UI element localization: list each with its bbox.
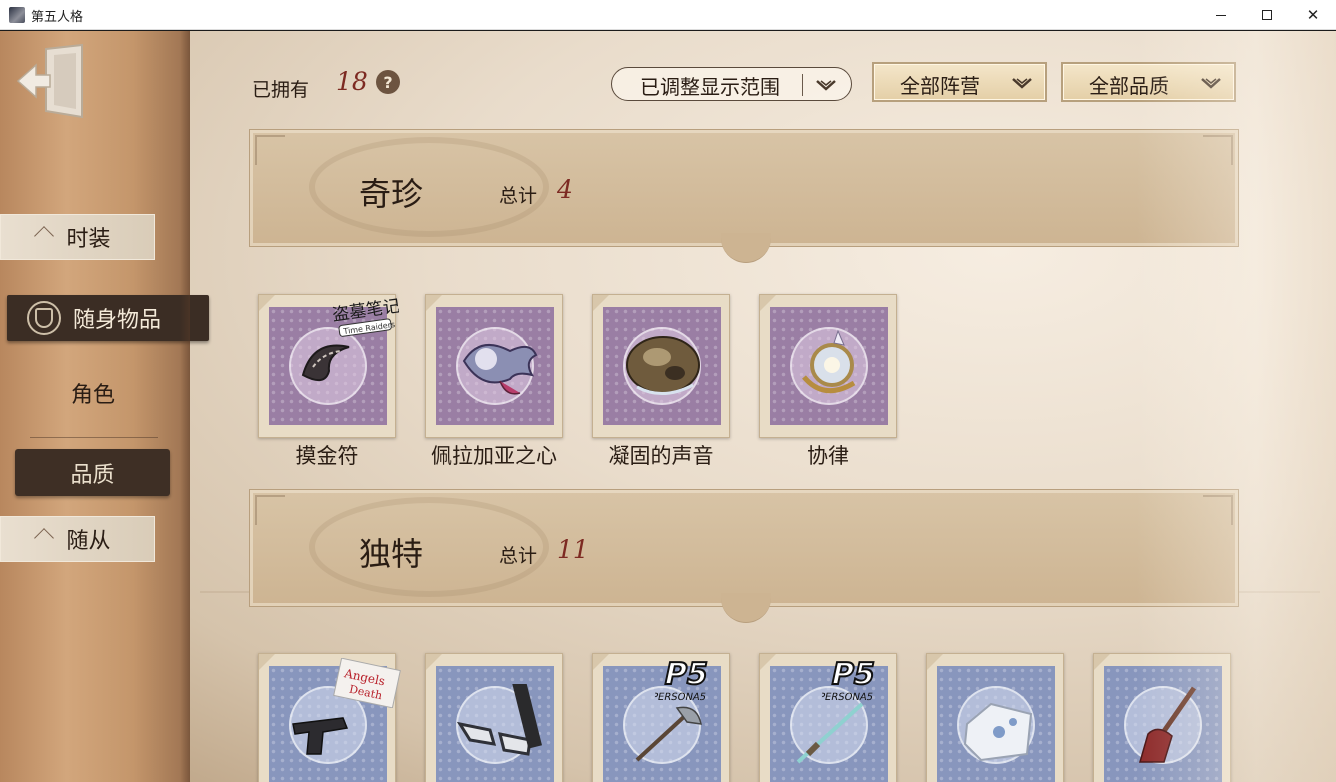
section-banner-rare: 奇珍 总计 4 — [249, 129, 1239, 263]
exit-button[interactable] — [16, 43, 88, 119]
minimize-icon — [1216, 14, 1226, 16]
maximize-icon — [1262, 10, 1272, 20]
divider — [30, 437, 158, 438]
item-card[interactable]: P5 PERSONA5 — [759, 653, 897, 782]
chevron-down-icon — [1012, 78, 1032, 89]
glasses-icon — [456, 684, 542, 756]
banner-corner — [255, 495, 285, 525]
sidebar-item-follower[interactable]: 随从 — [0, 516, 155, 562]
item-card[interactable] — [926, 653, 1064, 782]
stamp-frame — [425, 653, 563, 782]
collab-logo-icon: 盗墓笔记 Time Raiders — [331, 297, 399, 337]
item-name: 摸金符 — [295, 444, 359, 468]
subtab-quality[interactable]: 品质 — [15, 449, 170, 496]
stamp-frame: 盗墓笔记 Time Raiders — [258, 294, 399, 438]
close-icon: ✕ — [1306, 6, 1320, 24]
minimize-button[interactable] — [1198, 0, 1244, 30]
svg-text:PERSONA5: PERSONA5 — [822, 692, 874, 703]
chevron-down-icon — [816, 80, 836, 91]
item-card[interactable] — [425, 653, 563, 782]
persona5-logo-icon: P5 PERSONA5 — [655, 656, 712, 703]
faction-filter-label: 全部阵营 — [900, 74, 980, 98]
close-button[interactable]: ✕ — [1290, 0, 1336, 30]
ornament-icon — [34, 528, 54, 548]
stamp-frame — [1093, 653, 1231, 782]
section-total-count: 4 — [557, 175, 573, 204]
subtab-label: 角色 — [70, 383, 115, 408]
ornament-icon — [34, 226, 54, 246]
section-total-label: 总计 — [499, 185, 538, 207]
banner-corner — [1203, 135, 1233, 165]
sidebar-item-label: 随身物品 — [73, 308, 162, 333]
quality-filter-dropdown[interactable]: 全部品质 — [1061, 62, 1236, 102]
porcelain-icon — [963, 702, 1033, 762]
sidebar-item-outfit[interactable]: 时装 — [0, 214, 155, 260]
sidebar-item-label: 时装 — [66, 227, 111, 252]
section-banner-unique: 独特 总计 11 — [249, 489, 1239, 623]
stamp-frame: P5 PERSONA5 — [759, 653, 897, 782]
section-total-count: 11 — [557, 535, 589, 564]
sidebar-item-label: 随从 — [66, 529, 111, 554]
range-filter-dropdown[interactable]: 已调整显示范围 — [611, 67, 852, 101]
item-name: 凝固的声音 — [608, 444, 714, 468]
banner-notch — [721, 593, 771, 623]
solidified-sound-icon — [626, 336, 700, 395]
stamp-frame — [926, 653, 1064, 782]
section-title: 独特 — [359, 535, 424, 573]
item-card[interactable]: P5 PERSONA5 — [592, 653, 730, 782]
owned-label: 已拥有 — [252, 79, 310, 101]
section-title: 奇珍 — [359, 175, 424, 213]
quality-filter-label: 全部品质 — [1089, 74, 1169, 98]
sidebar: 时装 随身物品 角色 品质 随从 — [0, 31, 209, 782]
harmony-compass-icon — [802, 329, 856, 394]
banner-corner — [255, 135, 285, 165]
range-filter-label: 已调整显示范围 — [640, 75, 780, 99]
persona5-logo-icon: P5 PERSONA5 — [822, 656, 879, 703]
subtab-label: 品质 — [70, 462, 115, 488]
item-name: 佩拉加亚之心 — [431, 444, 557, 468]
chevron-down-icon — [1201, 78, 1221, 89]
svg-text:P5: P5 — [828, 657, 878, 692]
dropdown-separator — [802, 74, 803, 96]
section-total-label: 总计 — [499, 545, 538, 567]
item-card[interactable]: 盗墓笔记 Time Raiders 摸金符 — [258, 294, 399, 468]
fish-heart-icon — [462, 343, 538, 395]
stamp-frame — [425, 294, 563, 438]
app-icon — [9, 7, 25, 23]
stamp-frame — [759, 294, 897, 438]
owned-count: 18 — [336, 67, 368, 96]
stamp-frame: P5 PERSONA5 — [592, 653, 730, 782]
window-titlebar: 第五人格 ✕ — [0, 0, 1336, 30]
exit-door-icon — [16, 43, 83, 119]
collab-logo-icon: Angels Death — [333, 658, 401, 708]
subtab-character[interactable]: 角色 — [28, 371, 158, 415]
item-card[interactable]: 凝固的声音 — [592, 294, 730, 468]
item-card[interactable]: 协律 — [759, 294, 897, 468]
item-card[interactable] — [1093, 653, 1231, 782]
maximize-button[interactable] — [1244, 0, 1290, 30]
stamp-frame: Angels Death — [258, 653, 401, 782]
svg-text:P5: P5 — [661, 657, 711, 692]
item-name: 协律 — [807, 444, 849, 468]
stamp-frame — [592, 294, 730, 438]
window-title: 第五人格 — [31, 10, 84, 25]
faction-filter-dropdown[interactable]: 全部阵营 — [872, 62, 1047, 102]
banner-corner — [1203, 495, 1233, 525]
item-card[interactable]: 佩拉加亚之心 — [425, 294, 563, 468]
shovel-icon — [1139, 686, 1197, 763]
crest-icon — [27, 301, 61, 335]
game-viewport: 时装 随身物品 角色 品质 随从 已拥有 18 ? 已调整显示范围 全部阵营 全… — [0, 31, 1336, 782]
svg-text:PERSONA5: PERSONA5 — [655, 692, 707, 703]
help-icon[interactable]: ? — [376, 70, 400, 94]
item-card[interactable]: Angels Death — [258, 653, 401, 782]
sidebar-item-accessories[interactable]: 随身物品 — [7, 295, 209, 341]
banner-notch — [721, 233, 771, 263]
